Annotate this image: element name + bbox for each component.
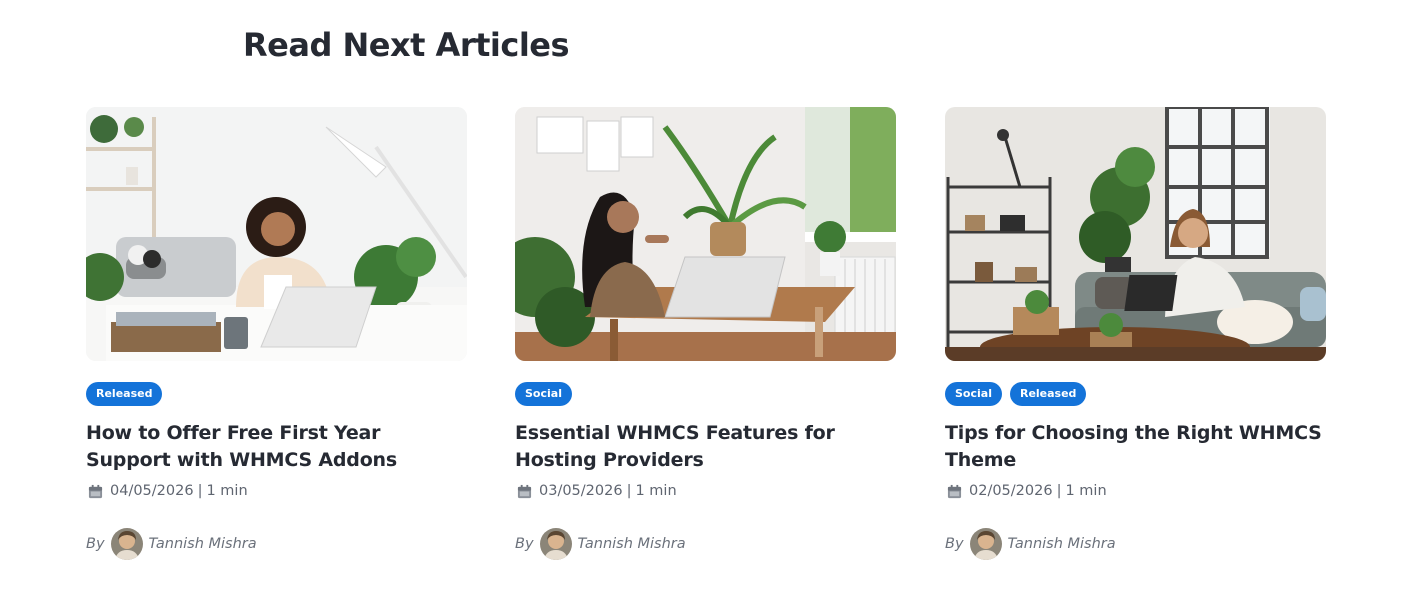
- meta-separator: |: [197, 483, 203, 499]
- author-name[interactable]: Tannish Mishra: [578, 536, 686, 552]
- article-title[interactable]: Essential WHMCS Features for Hosting Pro…: [515, 420, 896, 474]
- article-meta: 04/05/2026 | 1 min: [86, 480, 467, 502]
- calendar-icon: [88, 484, 103, 498]
- article-author: By Tannish Mishra: [515, 528, 896, 560]
- article-author: By Tannish Mishra: [86, 528, 467, 560]
- article-title[interactable]: How to Offer Free First Year Support wit…: [86, 420, 467, 474]
- read-time: 1 min: [635, 483, 677, 499]
- author-name[interactable]: Tannish Mishra: [149, 536, 257, 552]
- article-meta: 02/05/2026 | 1 min: [945, 480, 1326, 502]
- section-title: Read Next Articles: [243, 26, 570, 64]
- article-title[interactable]: Tips for Choosing the Right WHMCS Theme: [945, 420, 1326, 474]
- article-thumbnail[interactable]: [515, 107, 896, 361]
- publish-date: 04/05/2026: [110, 483, 194, 499]
- article-card[interactable]: Released How to Offer Free First Year Su…: [86, 107, 467, 560]
- read-time: 1 min: [1065, 483, 1107, 499]
- tag-badge[interactable]: Social: [945, 382, 1002, 406]
- article-image: [86, 107, 467, 361]
- author-avatar: [110, 528, 143, 560]
- article-author: By Tannish Mishra: [945, 528, 1326, 560]
- article-image: [945, 107, 1326, 361]
- publish-date: 03/05/2026: [539, 483, 623, 499]
- author-avatar: [969, 528, 1002, 560]
- calendar-icon: [947, 484, 962, 498]
- by-label: By: [515, 536, 534, 552]
- tag-list: Social Released: [945, 382, 1326, 406]
- tag-list: Released: [86, 382, 467, 406]
- meta-separator: |: [626, 483, 632, 499]
- by-label: By: [86, 536, 105, 552]
- author-name[interactable]: Tannish Mishra: [1008, 536, 1116, 552]
- article-meta: 03/05/2026 | 1 min: [515, 480, 896, 502]
- article-thumbnail[interactable]: [945, 107, 1326, 361]
- avatar-image: [110, 528, 143, 560]
- article-image: [515, 107, 896, 361]
- author-avatar: [539, 528, 572, 560]
- by-label: By: [945, 536, 964, 552]
- calendar-icon: [517, 484, 532, 498]
- tag-badge[interactable]: Released: [1009, 382, 1087, 406]
- meta-separator: |: [1056, 483, 1062, 499]
- tag-badge[interactable]: Social: [515, 382, 572, 406]
- publish-date: 02/05/2026: [969, 483, 1053, 499]
- article-card[interactable]: Social Released Tips for Choosing the Ri…: [945, 107, 1326, 560]
- article-thumbnail[interactable]: [86, 107, 467, 361]
- tag-list: Social: [515, 382, 896, 406]
- tag-badge[interactable]: Released: [86, 382, 163, 406]
- article-card[interactable]: Social Essential WHMCS Features for Host…: [515, 107, 896, 560]
- avatar-image: [969, 528, 1002, 560]
- avatar-image: [539, 528, 572, 560]
- read-time: 1 min: [206, 483, 248, 499]
